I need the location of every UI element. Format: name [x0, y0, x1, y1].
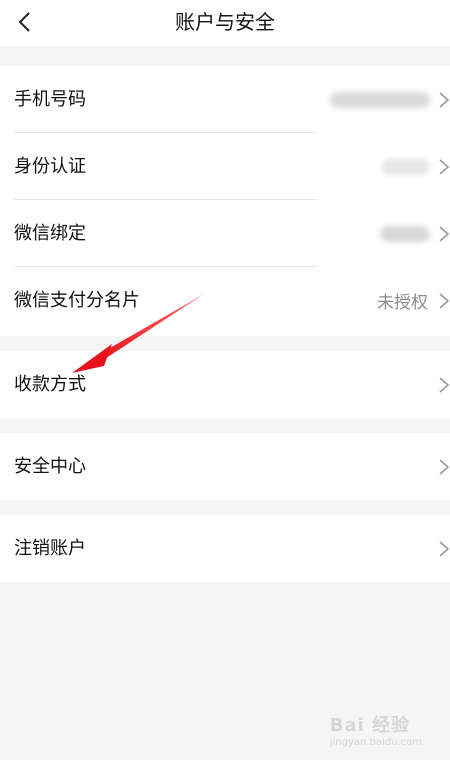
chevron-right-icon: [439, 91, 450, 108]
masked-value: [330, 91, 430, 108]
row-payment-methods[interactable]: 收款方式: [0, 351, 450, 418]
row-label: 安全中心: [14, 455, 86, 477]
masked-value: [380, 225, 430, 242]
row-wechat-pay-score-card[interactable]: 微信支付分名片 未授权: [0, 267, 450, 334]
chevron-right-icon: [439, 225, 450, 242]
chevron-right-icon: [439, 292, 450, 309]
row-identity-verification[interactable]: 身份认证: [0, 133, 450, 200]
row-label: 微信绑定: [14, 222, 86, 244]
page-title: 账户与安全: [175, 10, 275, 34]
authorization-status: 未授权: [377, 293, 428, 313]
chevron-right-icon: [439, 458, 450, 475]
watermark-sub: jingyan.baidu.com: [329, 737, 422, 748]
row-wechat-binding[interactable]: 微信绑定: [0, 200, 450, 267]
cancel-account-group: 注销账户: [0, 515, 450, 582]
row-phone-number[interactable]: 手机号码: [0, 66, 450, 133]
row-label: 注销账户: [14, 537, 86, 559]
watermark-text: Bai 经验: [329, 715, 411, 736]
chevron-right-icon: [439, 376, 450, 393]
row-label: 微信支付分名片: [14, 289, 140, 311]
nav-bar: 账户与安全: [0, 0, 450, 46]
security-group: 安全中心: [0, 433, 450, 500]
account-info-group: 手机号码 身份认证 微信绑定 微信支付分名片 未授权: [0, 66, 450, 336]
watermark: Bai 经验 jingyan.baidu.com: [330, 711, 422, 748]
chevron-right-icon: [439, 540, 450, 557]
chevron-right-icon: [439, 158, 450, 175]
row-security-center[interactable]: 安全中心: [0, 433, 450, 500]
row-label: 收款方式: [14, 373, 86, 395]
row-cancel-account[interactable]: 注销账户: [0, 515, 450, 582]
masked-value: [382, 158, 430, 175]
payment-group: 收款方式: [0, 351, 450, 418]
row-label: 身份认证: [14, 155, 86, 177]
row-label: 手机号码: [14, 88, 86, 110]
